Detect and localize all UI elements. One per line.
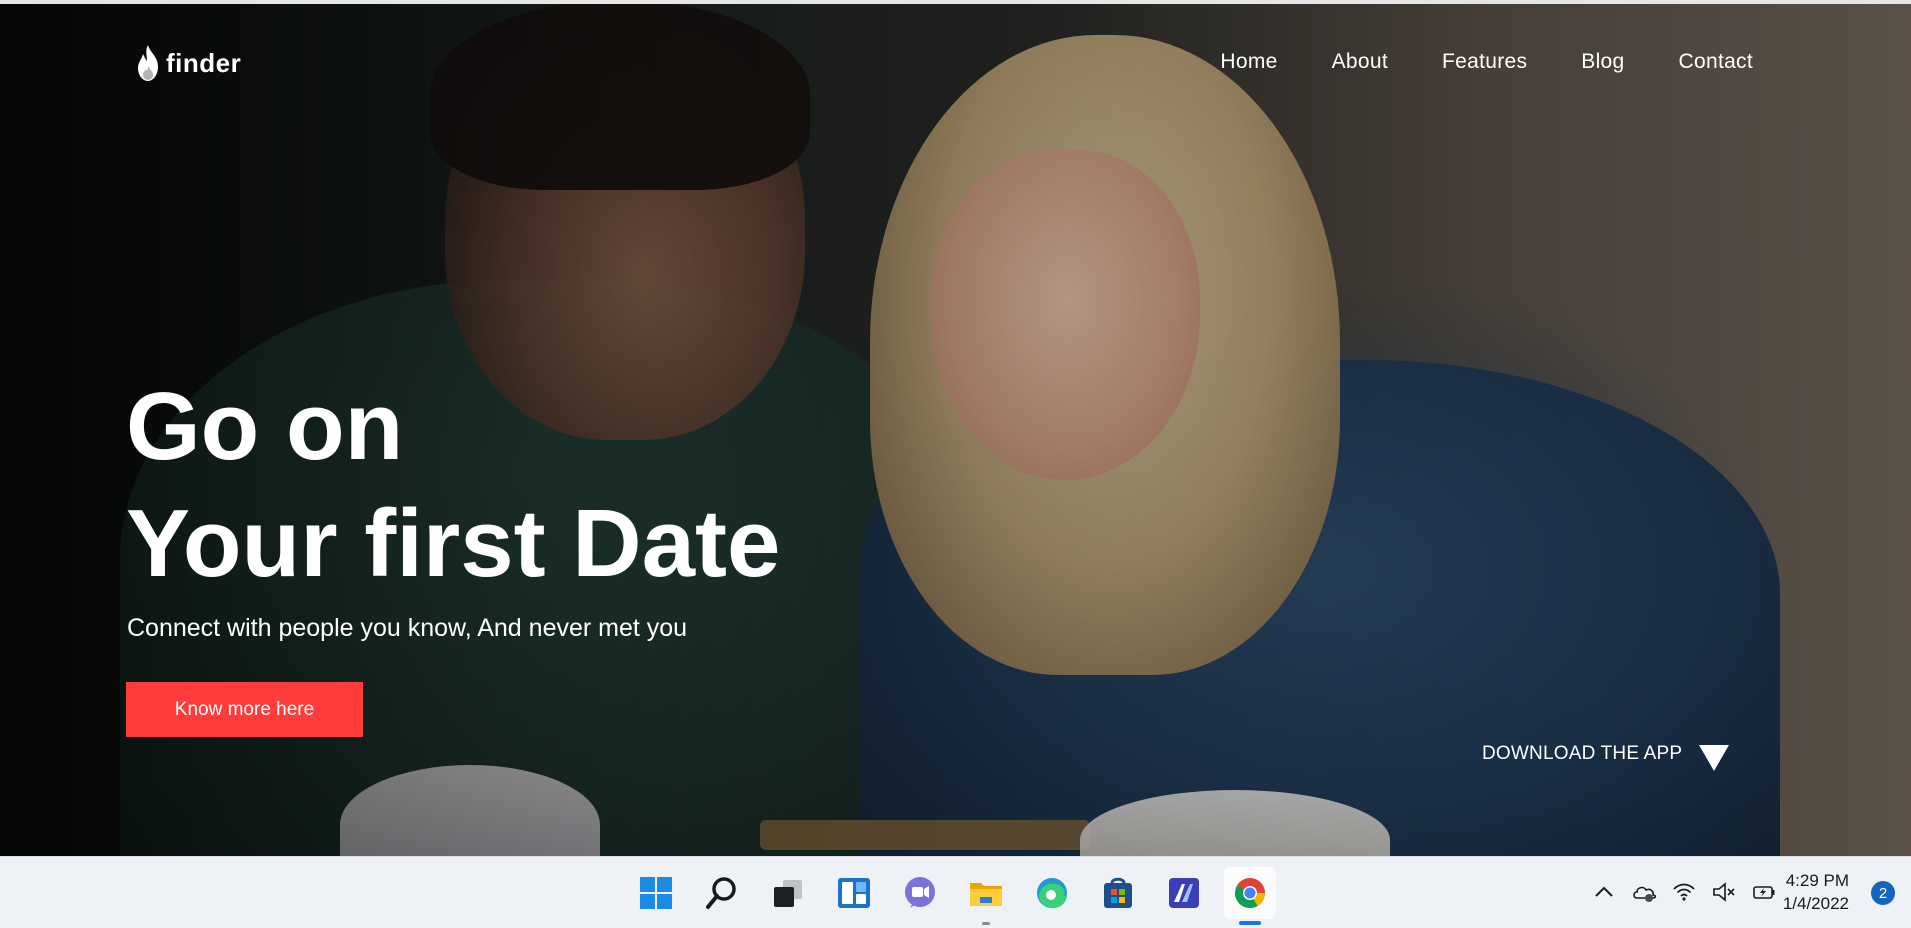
taskbar-chat[interactable] [894, 867, 946, 919]
flame-icon [138, 45, 158, 81]
clock-date: 1/4/2022 [1782, 894, 1849, 913]
hero-headline: Go on Your first Date [126, 368, 780, 602]
download-app-label: DOWNLOAD THE APP [1482, 743, 1683, 764]
taskbar-store[interactable] [1092, 867, 1144, 919]
logo-text: finder [166, 47, 242, 78]
wifi-icon[interactable] [1671, 879, 1697, 905]
volume-muted-icon[interactable] [1711, 879, 1737, 905]
taskbar-chrome[interactable] [1224, 867, 1276, 925]
nav-about[interactable]: About [1332, 50, 1388, 74]
active-indicator [1239, 921, 1261, 925]
mail-app-icon [1169, 878, 1199, 908]
taskbar-apps [630, 867, 1276, 925]
taskbar-search[interactable] [696, 867, 748, 919]
onedrive-icon[interactable] [1631, 879, 1657, 905]
running-indicator [982, 922, 990, 925]
chrome-icon [1235, 878, 1265, 909]
edge-icon [1037, 878, 1067, 909]
taskbar-task-view[interactable] [762, 867, 814, 919]
triangle-down-icon [1699, 745, 1730, 771]
taskbar-file-explorer[interactable] [960, 867, 1012, 925]
battery-icon[interactable] [1751, 879, 1777, 905]
taskbar-clock[interactable]: 4:29 PM 1/4/2022 [1783, 869, 1849, 915]
search-icon [706, 877, 736, 909]
file-explorer-icon [970, 883, 1002, 906]
windows-start-icon [640, 877, 672, 909]
main-nav: Home About Features Blog Contact [1220, 50, 1753, 74]
widgets-icon [838, 878, 870, 908]
site-logo[interactable]: finder [134, 44, 241, 82]
start-button[interactable] [630, 867, 682, 919]
nav-home[interactable]: Home [1220, 50, 1277, 74]
notification-badge[interactable]: 2 [1871, 881, 1895, 905]
taskbar-edge[interactable] [1026, 867, 1078, 919]
store-icon [1104, 877, 1132, 908]
know-more-button[interactable]: Know more here [126, 682, 363, 737]
task-view-icon [774, 880, 802, 907]
hero-section: finder Home About Features Blog Contact … [0, 0, 1911, 856]
nav-contact[interactable]: Contact [1679, 50, 1753, 74]
hero-headline-line1: Go on [126, 373, 404, 480]
download-app-link[interactable]: DOWNLOAD THE APP [1482, 736, 1730, 772]
teams-chat-icon [905, 877, 935, 908]
nav-blog[interactable]: Blog [1581, 50, 1624, 74]
hero-headline-line2: Your first Date [126, 490, 781, 597]
clock-time: 4:29 PM [1785, 871, 1849, 890]
browser-top-edge [0, 0, 1911, 4]
nav-features[interactable]: Features [1442, 50, 1527, 74]
windows-taskbar: 4:29 PM 1/4/2022 2 [0, 856, 1911, 928]
hero-subtitle: Connect with people you know, And never … [127, 614, 688, 642]
system-tray [1591, 879, 1777, 905]
taskbar-mail-app[interactable] [1158, 867, 1210, 919]
taskbar-widgets[interactable] [828, 867, 880, 919]
chevron-up-icon[interactable] [1591, 879, 1617, 905]
